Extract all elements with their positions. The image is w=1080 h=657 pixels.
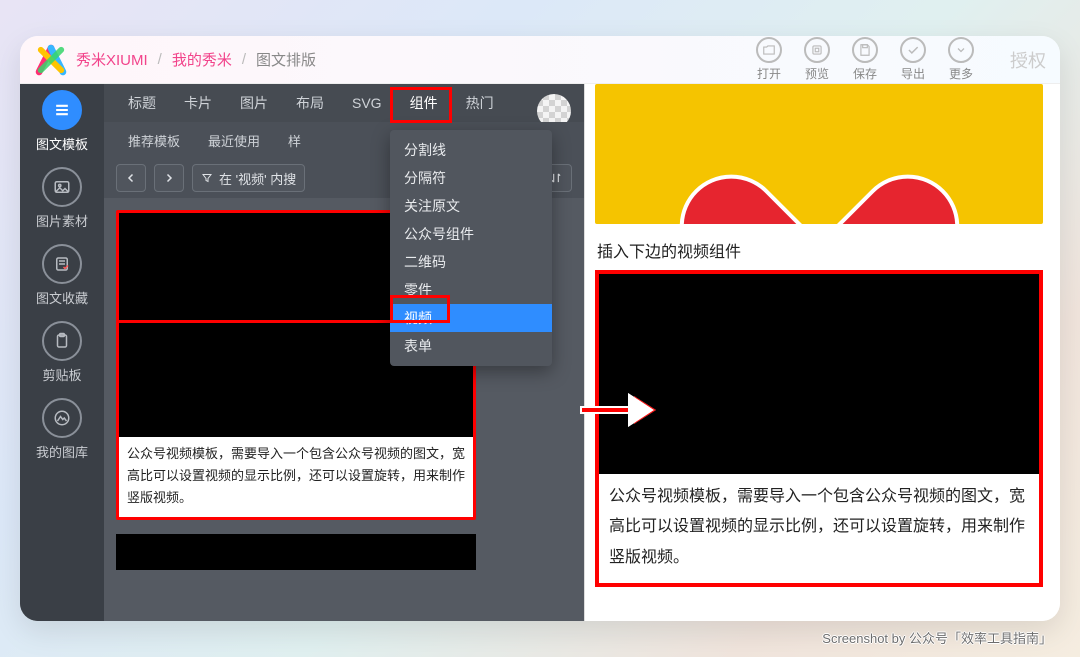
breadcrumb: 秀米XIUMI / 我的秀米 / 图文排版 — [76, 49, 316, 70]
breadcrumb-sep: / — [158, 51, 162, 68]
template-card-next[interactable] — [116, 534, 476, 570]
side-rail: 图文模板 图片素材 图文收藏 — [20, 84, 104, 621]
save-button[interactable]: 保存 — [852, 37, 878, 82]
dd-form[interactable]: 表单 — [390, 332, 552, 360]
preview-panel: 插入下边的视频组件 公众号视频模板，需要导入一个包含公众号视频的图文，宽高比可以… — [585, 84, 1060, 621]
annotation-arrow — [580, 406, 636, 414]
rail-mygallery-label: 我的图库 — [36, 442, 88, 461]
eye-icon — [804, 37, 830, 63]
back-button[interactable] — [116, 164, 146, 192]
open-icon — [756, 37, 782, 63]
tab-card[interactable]: 卡片 — [170, 84, 226, 122]
dd-video[interactable]: 视频 — [390, 304, 552, 332]
more-button[interactable]: 更多 — [948, 37, 974, 82]
heart-icon — [734, 107, 904, 224]
subtab-recommend[interactable]: 推荐模板 — [114, 122, 194, 158]
titlebar-actions: 打开 预览 保存 导出 — [756, 37, 1046, 82]
arrow-left-icon — [125, 172, 137, 184]
dd-parts[interactable]: 零件 — [390, 276, 552, 304]
check-icon — [900, 37, 926, 63]
auth-label[interactable]: 授权 — [1010, 47, 1046, 73]
search-scope-label: 在 '视频' 内搜 — [219, 169, 296, 188]
breadcrumb-sep: / — [242, 51, 246, 68]
inserted-video-component[interactable]: 公众号视频模板，需要导入一个包含公众号视频的图文，宽高比可以设置视频的显示比例，… — [595, 270, 1043, 587]
subtab-style-truncated[interactable]: 样 — [274, 122, 315, 158]
preview-image — [595, 84, 1043, 224]
save-icon — [852, 37, 878, 63]
titlebar: 秀米XIUMI / 我的秀米 / 图文排版 打开 预览 — [20, 36, 1060, 84]
preview-label: 预览 — [805, 65, 829, 82]
tab-hot[interactable]: 热门 — [452, 84, 508, 122]
video-placeholder — [599, 274, 1039, 474]
breadcrumb-current: 图文排版 — [256, 49, 316, 70]
more-label: 更多 — [949, 65, 973, 82]
preview-title: 插入下边的视频组件 — [597, 238, 1050, 262]
rail-images[interactable]: 图片素材 — [36, 167, 88, 230]
save-label: 保存 — [853, 65, 877, 82]
open-button[interactable]: 打开 — [756, 37, 782, 82]
rail-templates[interactable]: 图文模板 — [36, 90, 88, 153]
dd-divider[interactable]: 分割线 — [390, 136, 552, 164]
content: 图文模板 图片素材 图文收藏 — [20, 84, 1060, 621]
video-component-desc: 公众号视频模板，需要导入一个包含公众号视频的图文，宽高比可以设置视频的显示比例，… — [599, 474, 1039, 583]
breadcrumb-brand[interactable]: 秀米XIUMI — [76, 49, 148, 70]
rail-images-label: 图片素材 — [36, 211, 88, 230]
app-window: 秀米XIUMI / 我的秀米 / 图文排版 打开 预览 — [20, 36, 1060, 621]
gallery-icon — [42, 398, 82, 438]
template-desc: 公众号视频模板，需要导入一个包含公众号视频的图文，宽高比可以设置视频的显示比例，… — [119, 437, 473, 517]
rail-clipboard[interactable]: 剪贴板 — [42, 321, 82, 384]
dd-separator[interactable]: 分隔符 — [390, 164, 552, 192]
category-tabs: 标题 卡片 图片 布局 SVG 组件 热门 主题色 — [104, 84, 584, 122]
tab-layout[interactable]: 布局 — [282, 84, 338, 122]
forward-button[interactable] — [154, 164, 184, 192]
rail-mygallery[interactable]: 我的图库 — [36, 398, 88, 461]
export-label: 导出 — [901, 65, 925, 82]
clipboard-icon — [42, 321, 82, 361]
rail-clipboard-label: 剪贴板 — [42, 365, 81, 384]
rail-favorites[interactable]: 图文收藏 — [36, 244, 88, 307]
breadcrumb-mine[interactable]: 我的秀米 — [172, 49, 232, 70]
chevron-down-icon — [948, 37, 974, 63]
app-logo — [34, 43, 68, 77]
subtab-recent[interactable]: 最近使用 — [194, 122, 274, 158]
bookmark-icon — [42, 244, 82, 284]
arrow-right-icon — [163, 172, 175, 184]
dd-qrcode[interactable]: 二维码 — [390, 248, 552, 276]
lines-icon — [42, 90, 82, 130]
rail-favorites-label: 图文收藏 — [36, 288, 88, 307]
dd-gzh-component[interactable]: 公众号组件 — [390, 220, 552, 248]
image-icon — [42, 167, 82, 207]
component-dropdown: 分割线 分隔符 关注原文 公众号组件 二维码 零件 视频 表单 — [390, 130, 552, 366]
editor-panel: 图文模板 图片素材 图文收藏 — [20, 84, 585, 621]
dd-follow[interactable]: 关注原文 — [390, 192, 552, 220]
export-button[interactable]: 导出 — [900, 37, 926, 82]
tab-title[interactable]: 标题 — [114, 84, 170, 122]
watermark: Screenshot by 公众号「效率工具指南」 — [822, 628, 1052, 647]
filter-icon — [201, 172, 213, 184]
open-label: 打开 — [757, 65, 781, 82]
tab-component[interactable]: 组件 — [396, 84, 452, 122]
tab-svg[interactable]: SVG — [338, 84, 396, 122]
preview-button[interactable]: 预览 — [804, 37, 830, 82]
search-scope[interactable]: 在 '视频' 内搜 — [192, 164, 305, 192]
tab-image[interactable]: 图片 — [226, 84, 282, 122]
rail-templates-label: 图文模板 — [36, 134, 88, 153]
